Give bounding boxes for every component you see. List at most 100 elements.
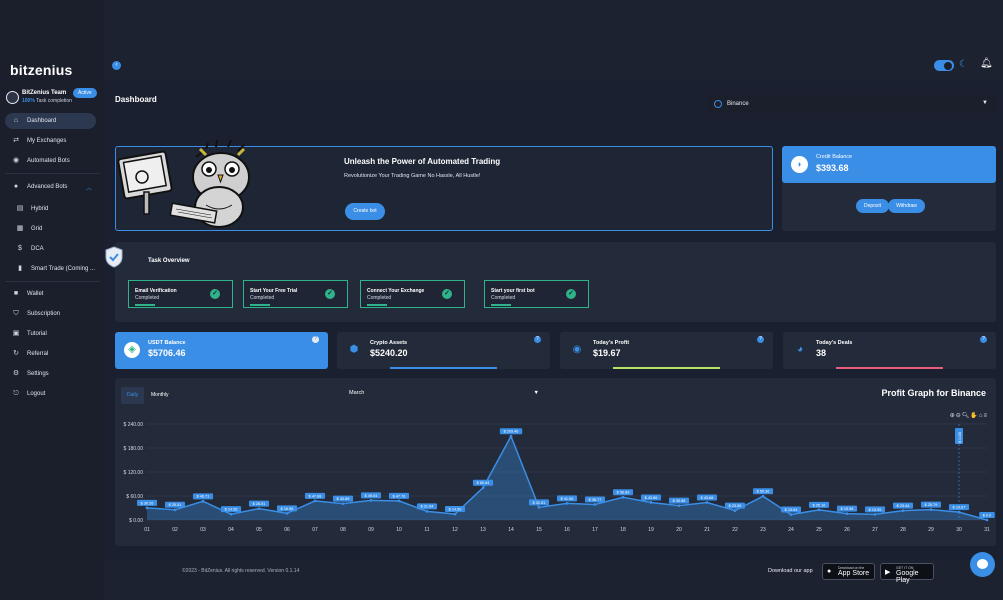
create-bot-button[interactable]: Create bot — [345, 203, 385, 220]
exchange-logo-icon — [714, 100, 722, 108]
shield-icon: ⛉ — [13, 310, 19, 317]
hybrid-icon: ▤ — [16, 205, 24, 212]
data-label: $ 59.36 — [757, 490, 770, 494]
data-point — [873, 513, 877, 516]
data-point — [649, 501, 653, 504]
x-tick-label: 11 — [424, 527, 429, 533]
sidebar-item-referral[interactable]: ↻ Referral — [5, 346, 96, 362]
sidebar-item-dca[interactable]: $ DCA — [5, 241, 96, 257]
download-app-label: Download our app — [768, 568, 813, 574]
cube-icon: ⬢ — [349, 344, 359, 355]
app-store-button[interactable]: ● Download on the App Store — [822, 563, 875, 580]
book-icon: ▣ — [12, 330, 20, 337]
apple-icon: ● — [827, 568, 832, 575]
task-progress-bar — [367, 304, 387, 306]
withdraw-button[interactable]: Withdraw — [888, 199, 925, 213]
team-card[interactable]: BitZenius Team 100% Task completion Acti… — [5, 88, 100, 108]
task-item[interactable]: Email Verification Completed ✓ — [128, 280, 233, 308]
sidebar-item-smart-trade[interactable]: ▮ Smart Trade (Coming ... — [5, 261, 96, 277]
divider — [5, 173, 100, 174]
profit-icon: ◉ — [572, 344, 582, 355]
credit-icon: ◗ — [791, 156, 808, 173]
data-label: $ 25.16 — [813, 503, 826, 507]
play-icon: ▶ — [885, 569, 891, 576]
y-tick-label: $ 60.00 — [126, 494, 143, 500]
data-label: $ 41.56 — [561, 497, 574, 501]
data-point — [285, 511, 289, 515]
data-point — [173, 508, 177, 512]
google-play-button[interactable]: ▶ GET IT ON Google Play — [880, 563, 934, 584]
wallet-icon: ■ — [13, 290, 19, 297]
data-label: $ 21.64 — [421, 505, 434, 509]
data-point — [593, 503, 597, 506]
chat-support-button[interactable] — [970, 552, 995, 577]
sidebar-item-grid[interactable]: ▦ Grid — [5, 221, 96, 237]
smart-trade-icon: ▮ — [18, 265, 22, 272]
data-point — [257, 507, 261, 510]
sidebar-item-tutorial[interactable]: ▣ Tutorial — [5, 326, 96, 342]
credit-balance-header: ◗ Credit Balance $393.68 — [782, 146, 996, 183]
referral-icon: ↻ — [13, 350, 19, 357]
exchange-select[interactable]: Binance ▼ — [708, 95, 996, 113]
data-point — [397, 499, 401, 503]
sidebar-item-advanced-bots[interactable]: ● Advanced Bots ︿ — [5, 179, 96, 195]
collapse-sidebar-button[interactable]: ‹ — [112, 61, 121, 70]
x-tick-label: 10 — [396, 527, 402, 533]
data-point — [565, 501, 569, 505]
task-progress-bar — [135, 304, 155, 306]
sidebar-item-dashboard[interactable]: ⌂ Dashboard — [5, 113, 96, 129]
task-item[interactable]: Start Your Free Trial Completed ✓ — [243, 280, 348, 308]
check-icon: ✓ — [210, 289, 220, 299]
x-tick-label: 08 — [340, 527, 346, 533]
x-tick-label: 16 — [564, 527, 570, 533]
help-icon[interactable]: ? — [980, 336, 987, 343]
hero-subtitle: Revolutionize Your Trading Game No Hassl… — [344, 173, 481, 179]
grid-icon: ▦ — [16, 225, 24, 232]
x-tick-label: 09 — [368, 527, 374, 533]
help-icon[interactable]: ? — [312, 336, 319, 343]
task-item[interactable]: Connect Your Exchange Completed ✓ — [360, 280, 465, 308]
deposit-button[interactable]: Deposit — [856, 199, 889, 213]
task-progress-bar — [250, 304, 270, 306]
status-badge: Active — [73, 88, 97, 98]
sidebar-item-subscription[interactable]: ⛉ Subscription — [5, 306, 96, 322]
y-tick-label: $ 120.00 — [124, 470, 144, 476]
check-icon: ✓ — [566, 289, 576, 299]
team-name: BitZenius Team — [22, 90, 67, 96]
data-point — [677, 504, 681, 508]
data-label: $ 19.67 — [953, 506, 966, 510]
sidebar-item-automated-bots[interactable]: ◉ Automated Bots — [5, 153, 96, 169]
x-tick-label: 20 — [676, 527, 682, 533]
data-label: $ 56.89 — [617, 491, 630, 495]
y-tick-label: $ 240.00 — [124, 422, 144, 428]
usdt-balance-card: ◈ USDT Balance $5706.46 ? — [115, 332, 328, 369]
sidebar-item-my-exchanges[interactable]: ⇄ My Exchanges — [5, 133, 96, 149]
x-tick-label: 25 — [816, 527, 822, 533]
data-label: $ 25.51 — [169, 503, 182, 507]
accent-line — [836, 367, 943, 369]
sidebar-item-settings[interactable]: ⚙ Settings — [5, 366, 96, 382]
x-tick-label: 18 — [620, 527, 626, 533]
bell-icon[interactable]: 🔔︎ — [980, 58, 993, 69]
help-icon[interactable]: ? — [757, 336, 764, 343]
theme-toggle[interactable] — [934, 60, 954, 71]
owl-mascot-illustration — [117, 139, 250, 228]
sidebar-item-logout[interactable]: ⎋ Logout — [5, 386, 96, 402]
x-tick-label: 07 — [312, 527, 318, 533]
caret-down-icon: ▼ — [982, 100, 988, 106]
help-icon[interactable]: ? — [534, 336, 541, 343]
sidebar-item-wallet[interactable]: ■ Wallet — [5, 286, 96, 302]
x-tick-label: 22 — [732, 527, 738, 533]
brand-logo[interactable]: bitzenius — [10, 62, 72, 78]
x-tick-label: 03 — [200, 527, 206, 533]
data-label: $ 43.86 — [645, 496, 658, 500]
data-label: $ 35.88 — [673, 499, 686, 503]
chevron-up-icon: ︿ — [85, 186, 92, 192]
x-tick-label: 29 — [928, 527, 934, 533]
task-item[interactable]: Start your first bot Completed ✓ — [484, 280, 589, 308]
sidebar-item-hybrid[interactable]: ▤ Hybrid — [5, 201, 96, 217]
data-label: $ 209.46 — [504, 430, 519, 434]
data-point — [621, 495, 625, 499]
data-point — [201, 499, 205, 503]
logout-icon: ⎋ — [13, 390, 19, 397]
